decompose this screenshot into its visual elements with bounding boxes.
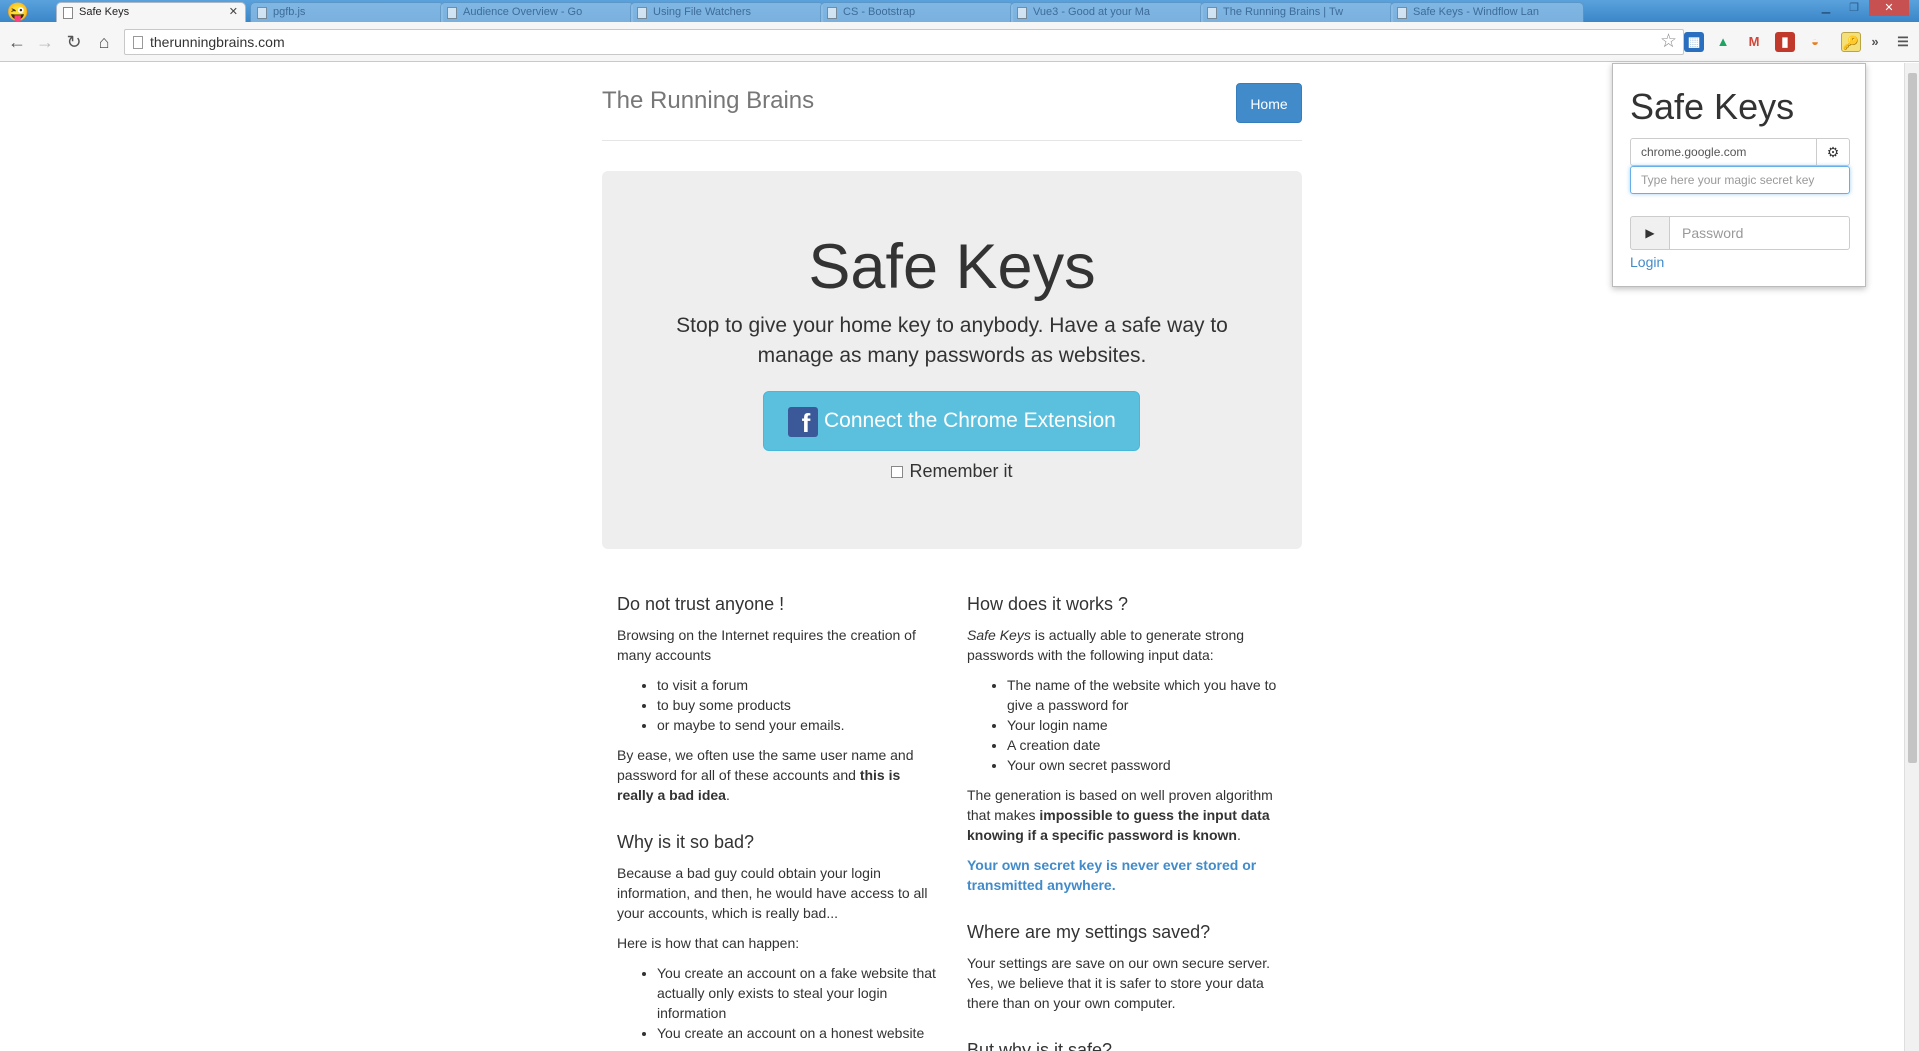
gmail-extension-icon[interactable]: M (1744, 32, 1764, 52)
header-divider (602, 140, 1302, 141)
login-link[interactable]: Login (1630, 254, 1664, 270)
bookmark-star-icon[interactable]: ☆ (1660, 30, 1677, 54)
tab-item[interactable]: Audience Overview - Go (440, 2, 634, 22)
close-window-button[interactable]: ✕ (1869, 0, 1909, 16)
paragraph: Your settings are save on our own secure… (967, 955, 1270, 1011)
hero-lead: Stop to give your home key to anybody. H… (676, 314, 1228, 367)
list-item: Your own secret password (1007, 755, 1287, 775)
page-icon (447, 7, 457, 19)
tab-item[interactable]: Vue3 - Good at your Ma (1010, 2, 1204, 22)
tab-close-icon[interactable]: ✕ (229, 3, 238, 21)
section-heading: How does it works ? (967, 594, 1129, 614)
browser-toolbar: ← → ↻ ⌂ therunningbrains.com ☆ ▦ ▲ M ▮ ◒… (0, 22, 1919, 62)
list-item: to visit a forum (657, 675, 937, 695)
safe-keys-extension-icon[interactable]: 🔑 (1841, 32, 1861, 52)
hero-title: Safe Keys (808, 232, 1096, 302)
remember-label[interactable]: Remember it (909, 461, 1012, 481)
home-icon[interactable]: ⌂ (92, 30, 116, 54)
popup-title: Safe Keys (1630, 86, 1795, 127)
section-heading: Where are my settings saved? (967, 922, 1211, 942)
tab-item[interactable]: pgfb.js (250, 2, 444, 22)
bullet-list: The name of the website which you have t… (967, 675, 1287, 775)
drive-extension-icon[interactable]: ▲ (1713, 32, 1733, 52)
paragraph: The generation is based on well proven a… (967, 787, 1273, 843)
address-bar[interactable]: therunningbrains.com ☆ (124, 29, 1684, 55)
paragraph: Here is how that can happen: (617, 935, 800, 951)
bullet-list: to visit a forum to buy some products or… (617, 675, 937, 735)
url-text: therunningbrains.com (150, 34, 285, 50)
forward-icon[interactable]: → (33, 30, 57, 54)
back-icon[interactable]: ← (5, 30, 29, 54)
list-item: or maybe to send your emails. (657, 715, 937, 735)
minimize-button[interactable]: ▁ (1813, 0, 1839, 16)
left-column: Do not trust anyone ! Browsing on the In… (617, 593, 937, 1051)
page-icon (1017, 7, 1027, 19)
tab-title: Safe Keys (79, 6, 130, 18)
calendar-extension-icon[interactable]: ▦ (1684, 32, 1704, 52)
secret-key-input[interactable]: Type here your magic secret key (1630, 166, 1850, 194)
hero-jumbotron: Safe Keys Stop to give your home key to … (602, 171, 1302, 549)
list-item: A creation date (1007, 735, 1287, 755)
generate-button[interactable]: ▶ (1630, 216, 1670, 250)
chrome-extension-icon[interactable]: ◒ (1805, 32, 1825, 52)
list-item: The name of the website which you have t… (1007, 675, 1287, 715)
page-icon (133, 36, 143, 49)
remember-checkbox[interactable] (891, 466, 904, 478)
paragraph: By ease, we often use the same user name… (617, 747, 914, 803)
right-column: How does it works ? Safe Keys is actuall… (967, 593, 1287, 1051)
list-item: You create an account on a fake website … (657, 963, 937, 1023)
site-input[interactable]: chrome.google.com (1630, 138, 1817, 166)
gear-icon: ⚙ (1826, 144, 1840, 160)
page-icon (257, 7, 267, 19)
page-icon (1207, 7, 1217, 19)
tab-active[interactable]: Safe Keys ✕ (56, 2, 246, 22)
tab-item[interactable]: Using File Watchers (630, 2, 824, 22)
play-icon: ▶ (1645, 226, 1655, 240)
list-item: You create an account on a honest websit… (657, 1023, 937, 1043)
page-icon (827, 7, 837, 19)
tab-strip: 😜 pgfb.js Audience Overview - Go Using F… (0, 0, 1919, 22)
settings-gear-button[interactable]: ⚙ (1816, 138, 1850, 166)
password-input[interactable]: Password (1669, 216, 1850, 250)
home-button[interactable]: Home (1236, 83, 1302, 123)
connect-label: Connect the Chrome Extension (824, 409, 1116, 432)
bullet-list: You create an account on a fake website … (617, 963, 937, 1043)
section-heading: But why is it safe? (967, 1040, 1113, 1051)
overflow-chevron-icon[interactable]: » (1869, 32, 1881, 52)
tab-item[interactable]: Safe Keys - Windflow Lan (1390, 2, 1584, 22)
facebook-icon: f (788, 407, 818, 438)
scrollbar-thumb[interactable] (1908, 73, 1917, 763)
app-emoji-icon: 😜 (6, 2, 30, 22)
list-item: Your login name (1007, 715, 1287, 735)
menu-icon[interactable]: ☰ (1893, 32, 1913, 52)
paragraph: Browsing on the Internet requires the cr… (617, 627, 916, 663)
paragraph: Because a bad guy could obtain your logi… (617, 865, 928, 921)
page-icon (637, 7, 647, 19)
site-brand[interactable]: The Running Brains (602, 87, 814, 115)
tab-item[interactable]: CS - Bootstrap (820, 2, 1014, 22)
restore-button[interactable]: ❐ (1841, 0, 1867, 16)
remember-row: Remember it (602, 461, 1302, 482)
page-scrollbar[interactable] (1904, 63, 1919, 1051)
safe-keys-popup: Safe Keys chrome.google.com ⚙ Type here … (1612, 63, 1866, 287)
connect-extension-button[interactable]: f Connect the Chrome Extension (763, 391, 1140, 451)
page-icon (1397, 7, 1407, 19)
section-heading: Why is it so bad? (617, 832, 755, 852)
highlight-paragraph: Your own secret key is never ever stored… (967, 857, 1257, 893)
reload-icon[interactable]: ↻ (62, 30, 86, 54)
list-item: to buy some products (657, 695, 937, 715)
paragraph: Safe Keys is actually able to generate s… (967, 627, 1245, 663)
tab-item[interactable]: The Running Brains | Tw (1200, 2, 1394, 22)
page-icon (63, 7, 73, 19)
bookmark-extension-icon[interactable]: ▮ (1775, 32, 1795, 52)
section-heading: Do not trust anyone ! (617, 594, 785, 614)
